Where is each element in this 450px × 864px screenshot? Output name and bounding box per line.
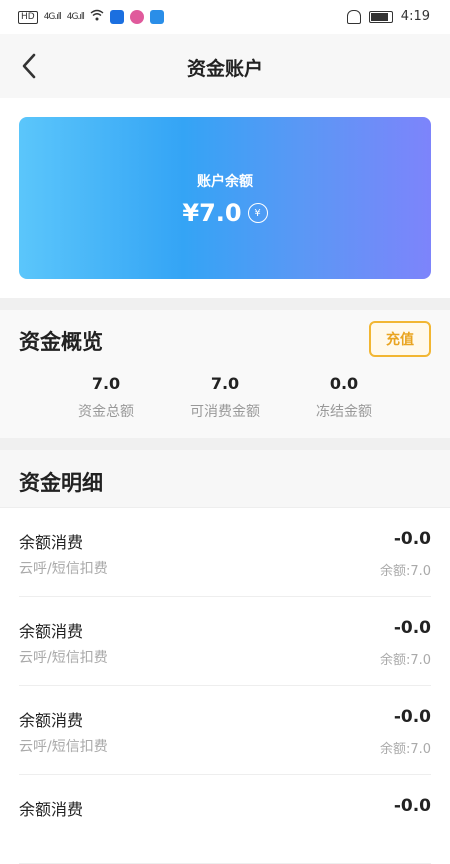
item-balance: 余额:7.0 [379, 742, 431, 757]
stat-frozen: 0.0 冻结金额 [284, 374, 404, 421]
app-notification-icon [149, 10, 164, 24]
item-amount: -0.0 [393, 529, 431, 549]
list-item[interactable]: 余额消费 -0.0 [19, 775, 431, 864]
app-notification-icon [109, 10, 124, 24]
signal-icon: 4G.ıll [43, 12, 62, 22]
item-amount: -0.0 [393, 618, 431, 638]
status-bar: HD 4G.ıll 4G.ıll 4:19 [0, 0, 450, 34]
funds-overview: 资金概览 充值 7.0 资金总额 7.0 可消费金额 0.0 冻结金额 [0, 310, 450, 438]
detail-title: 资金明细 [19, 471, 103, 495]
transaction-list: 余额消费 云呼/短信扣费 -0.0 余额:7.0 余额消费 云呼/短信扣费 -0… [0, 508, 450, 864]
clock: 4:19 [400, 9, 430, 24]
app-notification-icon [129, 10, 144, 24]
wifi-icon [90, 9, 104, 25]
mute-bell-icon [346, 9, 361, 24]
item-title: 余额消费 [19, 711, 84, 730]
stat-spendable: 7.0 可消费金额 [165, 374, 285, 421]
balance-amount: ¥7.0 [182, 199, 242, 227]
stat-total: 7.0 资金总额 [46, 374, 166, 421]
balance-section: 账户余额 ¥7.0 ¥ [0, 98, 450, 298]
stat-label: 冻结金额 [316, 404, 372, 420]
list-item[interactable]: 余额消费 云呼/短信扣费 -0.0 余额:7.0 [19, 686, 431, 775]
stat-label: 可消费金额 [190, 404, 260, 420]
status-bar-left: HD 4G.ıll 4G.ıll [18, 9, 164, 25]
list-item[interactable]: 余额消费 云呼/短信扣费 -0.0 余额:7.0 [19, 508, 431, 597]
overview-title: 资金概览 [19, 330, 103, 354]
item-subtitle: 云呼/短信扣费 [19, 561, 108, 577]
yen-coin-icon: ¥ [247, 203, 268, 223]
battery-icon [368, 10, 393, 23]
item-title: 余额消费 [19, 533, 84, 552]
stat-value: 7.0 [210, 374, 240, 393]
item-balance: 余额:7.0 [379, 564, 431, 579]
item-amount: -0.0 [393, 707, 431, 727]
item-subtitle: 云呼/短信扣费 [19, 739, 108, 755]
funds-detail-header: 资金明细 [0, 450, 450, 508]
nav-bar: 资金账户 [0, 34, 450, 98]
balance-label: 账户余额 [197, 174, 253, 190]
signal-icon: 4G.ıll [66, 12, 85, 22]
balance-row: ¥7.0 ¥ [19, 199, 431, 227]
page-title: 资金账户 [186, 58, 263, 80]
balance-card: 账户余额 ¥7.0 ¥ [19, 117, 431, 279]
hd-indicator: HD [18, 10, 38, 24]
stat-value: 0.0 [329, 374, 359, 393]
item-balance: 余额:7.0 [379, 653, 431, 668]
status-bar-right: 4:19 [346, 9, 430, 24]
item-amount: -0.0 [393, 796, 431, 816]
section-divider [0, 298, 450, 310]
stat-label: 资金总额 [78, 404, 134, 420]
section-divider [0, 438, 450, 450]
item-subtitle: 云呼/短信扣费 [19, 650, 108, 666]
item-title: 余额消费 [19, 622, 84, 641]
stat-value: 7.0 [91, 374, 121, 393]
recharge-button[interactable]: 充值 [369, 321, 431, 357]
list-item[interactable]: 余额消费 云呼/短信扣费 -0.0 余额:7.0 [19, 597, 431, 686]
